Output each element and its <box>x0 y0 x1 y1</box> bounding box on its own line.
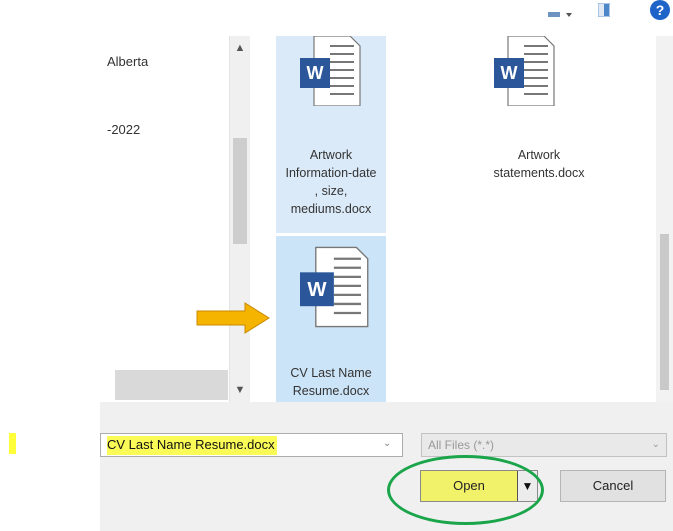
preview-pane-icon[interactable] <box>597 2 611 18</box>
change-view-icon[interactable] <box>548 6 574 17</box>
svg-text:W: W <box>307 279 327 301</box>
nav-item-2022[interactable]: -2022 <box>107 122 140 137</box>
file-tile-artwork-statements[interactable]: W Artwork statements.docx <box>484 35 594 196</box>
chevron-down-icon: ⌄ <box>651 439 660 450</box>
file-type-filter-select[interactable]: All Files (*.*) ⌄ <box>421 433 667 457</box>
file-name-line: Resume.docx <box>292 384 370 398</box>
nav-scroll-down-icon[interactable]: ▼ <box>230 384 250 396</box>
word-document-icon: W <box>300 35 362 107</box>
annotation-circle <box>387 455 544 525</box>
svg-text:W: W <box>307 63 324 83</box>
nav-item-alberta[interactable]: Alberta <box>107 54 148 69</box>
file-name-line: Artwork <box>517 148 561 162</box>
nav-scroll-thumb[interactable] <box>233 138 247 244</box>
help-icon[interactable]: ? <box>650 0 670 20</box>
file-name-value: CV Last Name Resume.docx <box>107 436 277 455</box>
word-document-icon: W <box>300 246 370 328</box>
svg-text:W: W <box>501 63 518 83</box>
nav-scroll-up-icon[interactable]: ▲ <box>230 42 250 54</box>
file-name-input[interactable]: CV Last Name Resume.docx <box>100 433 403 457</box>
file-name-dropdown-icon[interactable]: ⌄ <box>383 438 391 449</box>
file-tile-cv-resume[interactable]: W CV Last Name Resume.docx <box>276 236 386 402</box>
file-name-line: , size, <box>314 184 348 198</box>
highlight-mark <box>9 433 16 454</box>
content-scrollbar[interactable] <box>656 36 673 402</box>
dialog-footer <box>100 402 673 531</box>
nav-scrollbar[interactable]: ▲ ▼ <box>229 36 250 402</box>
file-type-filter-value: All Files (*.*) <box>428 438 495 452</box>
content-scroll-thumb[interactable] <box>660 234 669 390</box>
nav-selected-row[interactable] <box>115 370 228 400</box>
word-document-icon: W <box>494 35 556 107</box>
file-name-line: CV Last Name <box>290 366 372 380</box>
file-name-line: mediums.docx <box>290 202 372 216</box>
file-tile-artwork-information[interactable]: W Artwork Information-date , size, mediu… <box>276 35 386 233</box>
file-name-line: Information-date <box>285 166 377 180</box>
file-name-line: Artwork <box>309 148 353 162</box>
file-name-line: statements.docx <box>493 166 585 180</box>
cancel-button[interactable]: Cancel <box>560 470 666 502</box>
annotation-arrow-icon <box>195 302 271 334</box>
